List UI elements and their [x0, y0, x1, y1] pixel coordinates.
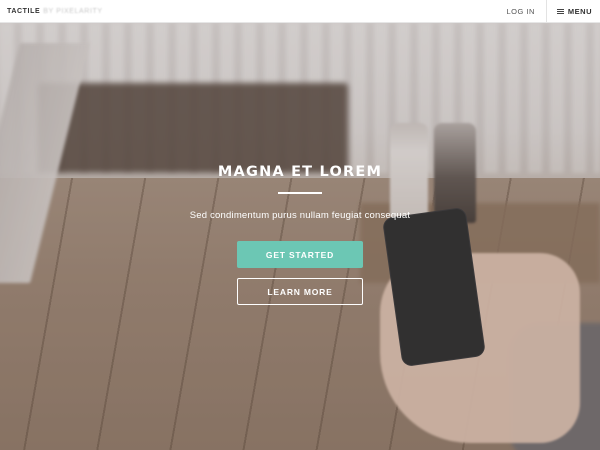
hamburger-icon — [556, 8, 564, 14]
top-nav-bar: TACTILE BY PIXELARITY LOG IN MENU — [0, 0, 600, 23]
login-link[interactable]: LOG IN — [493, 0, 545, 22]
nav-actions: LOG IN MENU — [493, 0, 600, 22]
menu-label: MENU — [567, 6, 592, 16]
title-divider — [278, 192, 322, 194]
hero-title: MAGNA ET LOREM — [217, 164, 383, 180]
hero-subtitle: Sed condimentum purus nullam feugiat con… — [189, 210, 411, 221]
brand-suffix: BY PIXELARITY — [43, 7, 103, 15]
get-started-button[interactable]: GET STARTED — [237, 241, 363, 268]
brand-name: TACTILE — [7, 7, 41, 15]
learn-more-button[interactable]: LEARN MORE — [237, 278, 363, 305]
menu-button[interactable]: MENU — [545, 0, 600, 22]
hero-content: MAGNA ET LOREM Sed condimentum purus nul… — [0, 23, 600, 450]
brand-logo[interactable]: TACTILE BY PIXELARITY — [7, 8, 103, 15]
